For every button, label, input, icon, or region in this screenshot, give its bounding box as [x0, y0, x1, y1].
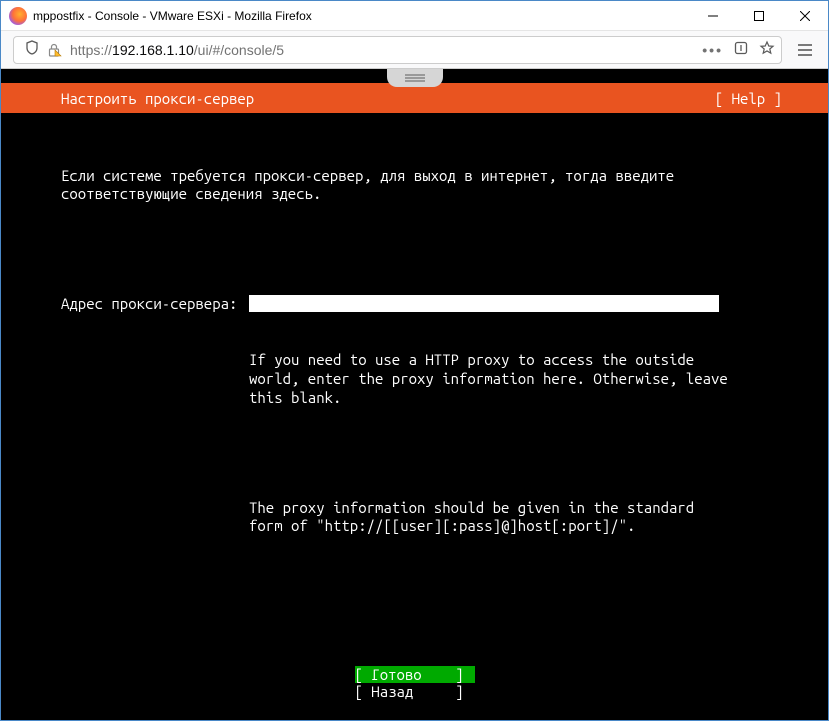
help-button[interactable]: [ Help ] — [715, 90, 804, 107]
url-scheme: https:// — [70, 42, 112, 58]
proxy-address-label: Адрес прокси-сервера: — [61, 295, 249, 314]
vm-console[interactable]: Настроить прокси-сервер [ Help ] Если си… — [1, 69, 828, 720]
intro-text: Если системе требуется прокси-сервер, дл… — [61, 167, 721, 205]
reader-mode-icon[interactable] — [733, 40, 749, 59]
window-controls — [690, 1, 828, 31]
installer-body: Если системе требуется прокси-сервер, дл… — [1, 113, 828, 574]
browser-toolbar: https://192.168.1.10/ui/#/console/5 ••• — [1, 31, 828, 69]
proxy-address-input[interactable] — [249, 295, 719, 312]
installer-buttons: [ Готово ] [ Назад ] — [1, 666, 828, 700]
url-bar[interactable]: https://192.168.1.10/ui/#/console/5 ••• — [13, 36, 782, 64]
minimize-button[interactable] — [690, 1, 736, 31]
window-titlebar: mppostfix - Console - VMware ESXi - Mozi… — [1, 1, 828, 31]
page-actions-icon[interactable]: ••• — [702, 42, 723, 58]
proxy-hint-1: If you need to use a HTTP proxy to acces… — [249, 351, 729, 407]
bookmark-star-icon[interactable] — [759, 40, 775, 59]
done-button[interactable]: [ Готово ] — [355, 666, 475, 683]
close-button[interactable] — [782, 1, 828, 31]
firefox-icon — [9, 7, 27, 25]
app-menu-button[interactable] — [788, 35, 822, 65]
console-handle[interactable] — [387, 69, 443, 87]
url-host: 192.168.1.10 — [112, 42, 194, 58]
url-trailing: ••• — [702, 40, 775, 59]
back-button[interactable]: [ Назад ] — [355, 683, 475, 700]
url-path: /ui/#/console/5 — [194, 42, 284, 58]
proxy-hint-2: The proxy information should be given in… — [249, 499, 729, 537]
installer-header: Настроить прокси-сервер [ Help ] — [1, 83, 828, 113]
grip-icon — [405, 77, 425, 79]
url-text: https://192.168.1.10/ui/#/console/5 — [70, 42, 284, 58]
maximize-button[interactable] — [736, 1, 782, 31]
lock-warning-icon — [46, 42, 62, 58]
header-title: Настроить прокси-сервер — [61, 90, 254, 107]
window-title: mppostfix - Console - VMware ESXi - Mozi… — [33, 9, 690, 23]
shield-icon — [24, 40, 40, 59]
identity-block[interactable] — [20, 40, 70, 59]
